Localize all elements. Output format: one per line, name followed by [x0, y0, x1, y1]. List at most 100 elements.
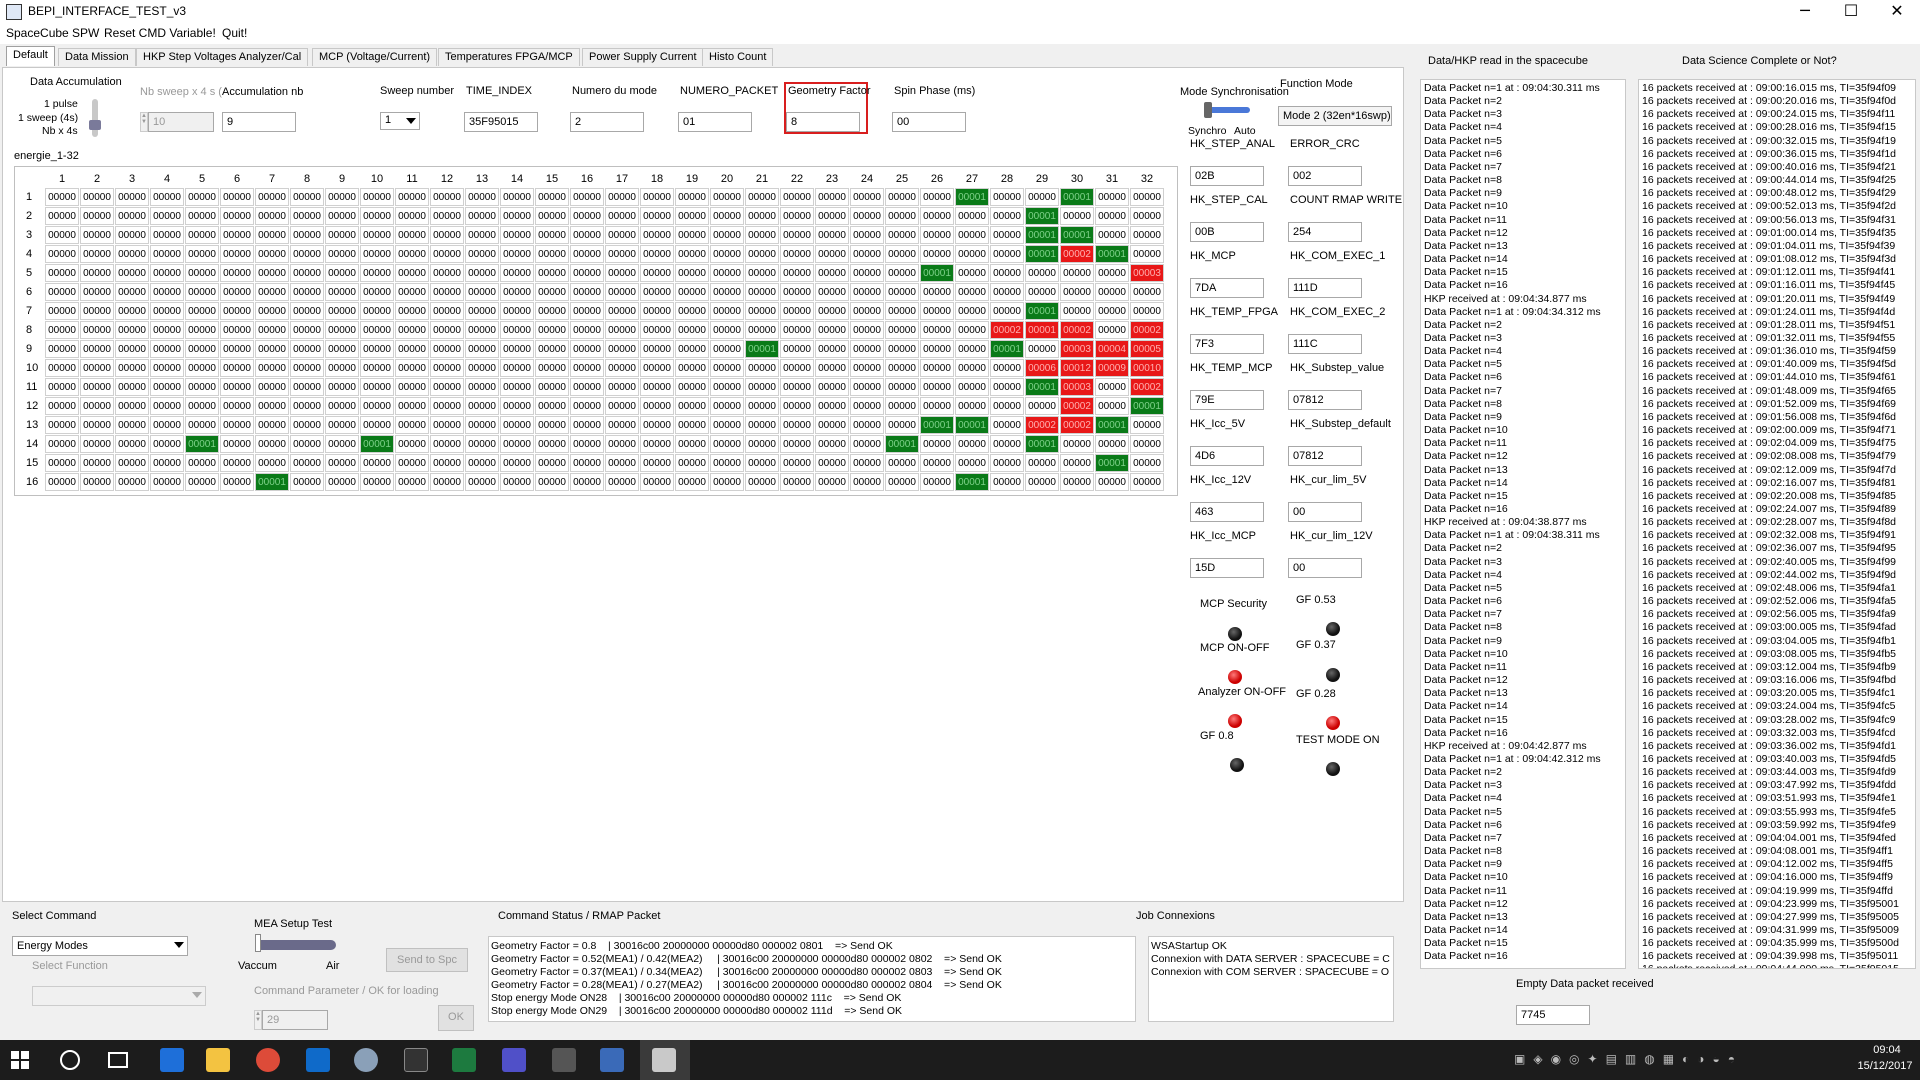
hk-value[interactable]: 79E — [1190, 390, 1264, 410]
cmd-param-label: Command Parameter / OK for loading — [254, 985, 439, 997]
grid-cell: 00000 — [290, 283, 324, 301]
select-command-dropdown[interactable]: Energy Modes — [12, 936, 188, 956]
excel-icon[interactable] — [452, 1048, 476, 1072]
hk-value[interactable]: 002 — [1288, 166, 1362, 186]
science-log-line: 16 packets received at : 09:03:00.005 ms… — [1642, 621, 1897, 634]
hk-value[interactable]: 15D — [1190, 558, 1264, 578]
cmd-status-log[interactable]: Geometry Factor = 0.8 | 30016c00 2000000… — [488, 936, 1136, 1022]
tab-temperatures[interactable]: Temperatures FPGA/MCP — [438, 48, 580, 66]
outlook-icon[interactable] — [306, 1048, 330, 1072]
hk-value[interactable]: 111C — [1288, 334, 1362, 354]
mea-slider-thumb[interactable] — [255, 934, 261, 952]
menu-spacecube-spw[interactable]: SpaceCube SPW — [6, 26, 99, 40]
grid-cell: 00000 — [430, 264, 464, 282]
hk-value[interactable]: 00 — [1288, 502, 1362, 522]
hkp-log-line: Data Packet n=7 — [1424, 608, 1502, 621]
geometry-factor-input[interactable]: 8 — [786, 112, 860, 132]
bepi-app-icon[interactable] — [652, 1048, 676, 1072]
system-tray-icons[interactable]: ▣◈◉◎✦▤▥◍▦◐◑◒◓ — [1514, 1052, 1844, 1068]
tab-histo-count[interactable]: Histo Count — [702, 48, 774, 66]
accum-slider-thumb[interactable] — [89, 120, 101, 130]
grid-cell: 00000 — [885, 226, 919, 244]
grid-cell: 00000 — [780, 397, 814, 415]
hk-value[interactable]: 4D6 — [1190, 446, 1264, 466]
hk-value[interactable]: 07812 — [1288, 390, 1362, 410]
grid-cell: 00010 — [1130, 359, 1164, 377]
hk-value[interactable]: 00B — [1190, 222, 1264, 242]
mode-number-input[interactable]: 2 — [570, 112, 644, 132]
app-icon[interactable] — [354, 1048, 378, 1072]
grid-cell: 00000 — [325, 207, 359, 225]
send-to-spc-button[interactable]: Send to Spc — [386, 948, 468, 972]
hk-value[interactable]: 463 — [1190, 502, 1264, 522]
terminal-icon[interactable] — [404, 1048, 428, 1072]
grid-cell: 00000 — [955, 264, 989, 282]
mode-sync-thumb[interactable] — [1204, 102, 1212, 118]
grid-cell: 00000 — [395, 340, 429, 358]
minimize-button[interactable]: ─ — [1782, 0, 1828, 24]
hk-value[interactable]: 07812 — [1288, 446, 1362, 466]
chrome-icon[interactable] — [256, 1048, 280, 1072]
mode-sync-slider[interactable] — [1206, 107, 1250, 113]
ok-button[interactable]: OK — [438, 1005, 474, 1031]
function-mode-input[interactable]: Mode 2 (32en*16swp) — [1278, 106, 1392, 126]
hk-value[interactable]: 00 — [1288, 558, 1362, 578]
tab-power-supply[interactable]: Power Supply Current — [582, 48, 704, 66]
tab-default[interactable]: Default — [6, 46, 55, 66]
empty-packet-input[interactable]: 7745 — [1516, 1005, 1590, 1025]
grid-cell: 00000 — [710, 435, 744, 453]
maximize-button[interactable]: ☐ — [1828, 0, 1874, 24]
close-button[interactable]: ✕ — [1874, 0, 1920, 24]
file-explorer-icon[interactable] — [206, 1048, 230, 1072]
clock-time[interactable]: 09:04 — [1860, 1044, 1914, 1056]
cmd-param-input[interactable]: 29 — [262, 1010, 328, 1030]
hk-value[interactable]: 02B — [1190, 166, 1264, 186]
grid-cell: 00000 — [570, 378, 604, 396]
grid-cell: 00000 — [815, 321, 849, 339]
mea-slider[interactable] — [256, 940, 336, 950]
nb-sweep-spinner[interactable]: ▲ ▼ — [140, 112, 148, 132]
hk-value[interactable]: 111D — [1288, 278, 1362, 298]
grid-cell: 00000 — [535, 207, 569, 225]
grid-cell: 00000 — [465, 359, 499, 377]
search-circle-icon[interactable] — [60, 1050, 80, 1070]
grid-row-header: 15 — [26, 457, 39, 469]
menu-reset-cmd[interactable]: Reset CMD Variable! — [104, 26, 216, 40]
grid-cell: 00000 — [675, 283, 709, 301]
clock-date[interactable]: 15/12/2017 — [1852, 1060, 1918, 1072]
time-index-input[interactable]: 35F95015 — [464, 112, 538, 132]
accumulation-nb-input[interactable]: 9 — [222, 112, 296, 132]
grid-cell: 00000 — [395, 321, 429, 339]
grid-cell: 00000 — [150, 264, 184, 282]
job-connexions-log[interactable]: WSAStartup OK Connexion with DATA SERVER … — [1148, 936, 1394, 1022]
hk-value[interactable]: 7DA — [1190, 278, 1264, 298]
calculator-icon[interactable] — [552, 1048, 576, 1072]
data-hkp-log[interactable]: Data Packet n=1 at : 09:04:30.311 ms Data… — [1420, 79, 1626, 969]
tab-hkp-step-voltages[interactable]: HKP Step Voltages Analyzer/Cal — [136, 48, 309, 66]
app-plus-icon[interactable] — [502, 1048, 526, 1072]
grid-cell: 00003 — [1060, 340, 1094, 358]
menu-quit[interactable]: Quit! — [222, 26, 247, 40]
cmd-param-spinner[interactable]: ▲ ▼ — [254, 1010, 262, 1030]
accum-slider-track[interactable] — [92, 99, 98, 137]
windows-start-icon[interactable] — [10, 1050, 30, 1070]
hk-value[interactable]: 7F3 — [1190, 334, 1264, 354]
grid-col-header: 19 — [685, 173, 699, 185]
grid-row-header: 8 — [26, 324, 33, 336]
task-view-icon[interactable] — [108, 1052, 128, 1068]
edge-icon[interactable] — [160, 1048, 184, 1072]
select-command-label: Select Command — [12, 910, 97, 922]
spin-phase-input[interactable]: 00 — [892, 112, 966, 132]
data-science-log[interactable]: 16 packets received at : 09:00:16.015 ms… — [1638, 79, 1916, 969]
sweep-number-select[interactable]: 1 — [380, 112, 420, 130]
nb-sweep-input[interactable]: 10 — [148, 112, 214, 132]
science-log-line: 16 packets received at : 09:01:28.011 ms… — [1642, 318, 1896, 331]
tab-data-mission[interactable]: Data Mission — [58, 48, 136, 66]
tab-mcp[interactable]: MCP (Voltage/Current) — [312, 48, 438, 66]
network-app-icon[interactable] — [600, 1048, 624, 1072]
packet-number-input[interactable]: 01 — [678, 112, 752, 132]
mode-sync-auto: Auto — [1234, 125, 1256, 137]
grid-cell: 00000 — [850, 264, 884, 282]
hk-value[interactable]: 254 — [1288, 222, 1362, 242]
select-function-dropdown[interactable] — [32, 986, 206, 1006]
